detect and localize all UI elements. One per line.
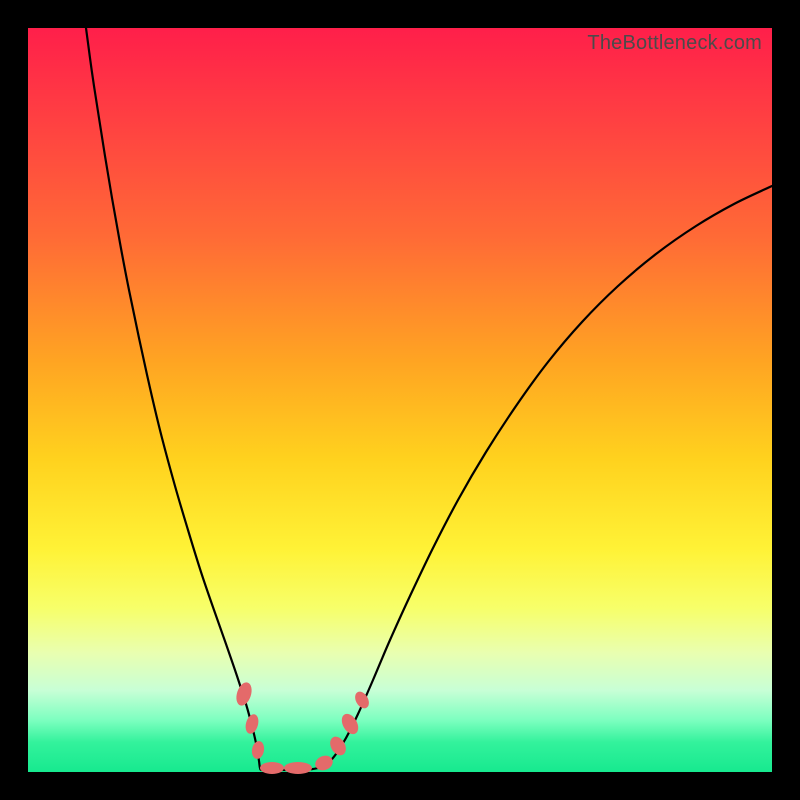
curve-line [86, 28, 772, 770]
curve-marker [251, 740, 266, 760]
chart-plot-area: TheBottleneck.com [28, 28, 772, 772]
chart-frame: TheBottleneck.com [0, 0, 800, 800]
curve-marker [243, 713, 260, 736]
chart-svg [28, 28, 772, 772]
curve-marker [234, 680, 255, 707]
curve-marker [313, 753, 335, 773]
curve-marker [260, 762, 284, 774]
curve-markers [234, 680, 372, 774]
curve-marker [284, 762, 312, 774]
